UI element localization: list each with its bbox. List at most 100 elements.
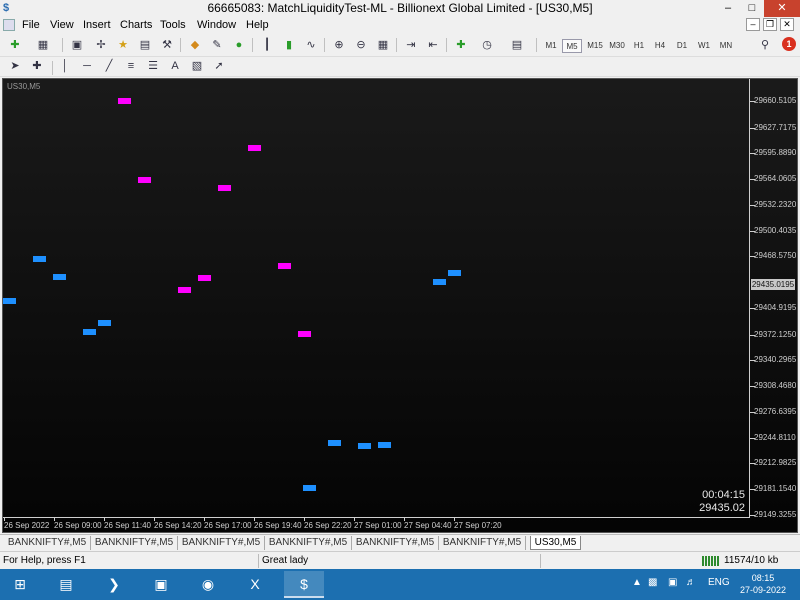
price-label: 29500.4035 (754, 225, 797, 235)
magenta-marker[interactable] (138, 176, 151, 183)
close-button[interactable]: ✕ (764, 0, 800, 17)
fibonacci-icon[interactable]: ☰ (144, 58, 162, 74)
data-window-icon[interactable]: ✢ (92, 37, 110, 53)
chart-window-icon[interactable] (3, 19, 15, 31)
candlestick-icon[interactable]: ▮ (280, 37, 298, 53)
blue-marker[interactable] (358, 442, 371, 449)
trendline-icon[interactable]: ╱ (100, 58, 118, 74)
window-title: 66665083: MatchLiquidityTest-ML - Billio… (207, 1, 593, 15)
magenta-marker[interactable] (278, 263, 291, 270)
tab-us30[interactable]: US30,M5 (530, 536, 581, 550)
tile-windows-icon[interactable]: ▦ (374, 37, 392, 53)
periods-icon[interactable]: ◷ (478, 37, 496, 53)
mdi-restore-button[interactable]: ❐ (763, 18, 777, 31)
tab-banknifty-6[interactable]: BANKNIFTY#,M5 (439, 536, 526, 550)
equidistant-channel-icon[interactable]: ≡ (122, 58, 140, 74)
blue-marker[interactable] (448, 269, 461, 276)
profiles-icon[interactable]: ▦ (34, 37, 52, 53)
menu-tools[interactable]: Tools (160, 19, 186, 31)
metatrader-icon[interactable]: $ (284, 571, 324, 598)
blue-marker[interactable] (328, 439, 341, 446)
magenta-marker[interactable] (198, 274, 211, 281)
mdi-close-button[interactable]: ✕ (780, 18, 794, 31)
arrows-icon[interactable]: ➚ (210, 58, 228, 74)
timeframe-mn[interactable]: MN (716, 39, 736, 53)
tab-banknifty-3[interactable]: BANKNIFTY#,M5 (178, 536, 265, 550)
chart-shift-icon[interactable]: ⇤ (424, 37, 442, 53)
cursor-icon[interactable]: ➤ (6, 58, 24, 74)
chrome-icon[interactable]: ◉ (188, 571, 228, 598)
blue-marker[interactable] (53, 273, 66, 280)
menu-help[interactable]: Help (246, 19, 269, 31)
timeframe-d1[interactable]: D1 (672, 39, 692, 53)
blue-marker[interactable] (83, 329, 96, 336)
autotrading-icon[interactable]: ● (230, 37, 248, 53)
magenta-marker[interactable] (298, 330, 311, 337)
zoom-in-icon[interactable]: ⊕ (330, 37, 348, 53)
powershell-icon[interactable]: ❯ (94, 571, 134, 598)
menu-charts[interactable]: Charts (120, 19, 152, 31)
timeframe-m15[interactable]: M15 (585, 39, 605, 53)
line-chart-icon[interactable]: ∿ (302, 37, 320, 53)
file-explorer-icon[interactable]: ▣ (141, 571, 181, 598)
tab-banknifty-5[interactable]: BANKNIFTY#,M5 (352, 536, 439, 550)
system-clock[interactable]: 08:15 27-09-2022 (730, 572, 796, 596)
tab-banknifty-2[interactable]: BANKNIFTY#,M5 (91, 536, 178, 550)
price-label: 29181.1540 (754, 484, 797, 494)
text-label-icon[interactable]: ▧ (188, 58, 206, 74)
market-watch-icon[interactable]: ▣ (68, 37, 86, 53)
magenta-marker[interactable] (178, 287, 191, 294)
language-indicator[interactable]: ENG (708, 577, 730, 588)
excel-icon[interactable]: X (235, 571, 275, 598)
tab-banknifty-4[interactable]: BANKNIFTY#,M5 (265, 536, 352, 550)
timeframe-h1[interactable]: H1 (629, 39, 649, 53)
text-icon[interactable]: A (166, 58, 184, 74)
new-order-icon[interactable]: ✎ (208, 37, 226, 53)
crosshair-icon[interactable]: ✚ (28, 58, 46, 74)
mdi-minimize-button[interactable]: – (746, 18, 760, 31)
menu-insert[interactable]: Insert (83, 19, 111, 31)
timeframe-w1[interactable]: W1 (694, 39, 714, 53)
metaeditor-icon[interactable]: ◆ (186, 37, 204, 53)
search-icon[interactable]: ⚲ (756, 37, 774, 53)
notification-badge[interactable]: 1 (782, 37, 796, 51)
terminal-icon[interactable]: ▤ (136, 37, 154, 53)
bar-chart-icon[interactable]: ┃ (258, 37, 276, 53)
price-chart[interactable]: US30,M5 29435.0195 00:04:15 29435.02 296… (2, 78, 798, 533)
templates-icon[interactable]: ▤ (508, 37, 526, 53)
magenta-marker[interactable] (248, 144, 261, 151)
magenta-marker[interactable] (218, 185, 231, 192)
autoscroll-icon[interactable]: ⇥ (402, 37, 420, 53)
timeframe-m1[interactable]: M1 (541, 39, 561, 53)
menu-window[interactable]: Window (197, 19, 236, 31)
horizontal-line-icon[interactable]: ─ (78, 58, 96, 74)
magenta-marker[interactable] (118, 98, 131, 104)
blue-marker[interactable] (98, 319, 111, 326)
navigator-icon[interactable]: ★ (114, 37, 132, 53)
timeframe-m30[interactable]: M30 (607, 39, 627, 53)
plot-area[interactable] (3, 79, 749, 532)
server-manager-icon[interactable]: ▤ (46, 571, 86, 598)
display-icon[interactable]: ▣ (668, 577, 677, 588)
menu-view[interactable]: View (50, 19, 74, 31)
volume-icon[interactable]: ♬ (686, 577, 696, 588)
timeframe-m5[interactable]: M5 (562, 39, 582, 53)
strategy-tester-icon[interactable]: ⚒ (158, 37, 176, 53)
blue-marker[interactable] (303, 484, 316, 491)
tab-banknifty-1[interactable]: BANKNIFTY#,M5 (4, 536, 91, 550)
indicators-icon[interactable]: ✚ (452, 37, 470, 53)
network-icon[interactable]: ▩ (648, 577, 657, 588)
minimize-button[interactable]: – (716, 0, 740, 17)
zoom-out-icon[interactable]: ⊖ (352, 37, 370, 53)
show-hidden-icons-icon[interactable]: ▲ (632, 577, 642, 588)
vertical-line-icon[interactable]: │ (56, 58, 74, 74)
blue-marker[interactable] (378, 441, 391, 448)
maximize-button[interactable]: □ (740, 0, 764, 17)
menu-file[interactable]: File (22, 19, 40, 31)
start-icon[interactable]: ⊞ (0, 571, 40, 598)
new-chart-icon[interactable]: ✚ (6, 37, 24, 53)
timeframe-h4[interactable]: H4 (650, 39, 670, 53)
blue-marker[interactable] (33, 255, 46, 262)
blue-marker[interactable] (433, 279, 446, 286)
blue-marker[interactable] (3, 298, 16, 305)
